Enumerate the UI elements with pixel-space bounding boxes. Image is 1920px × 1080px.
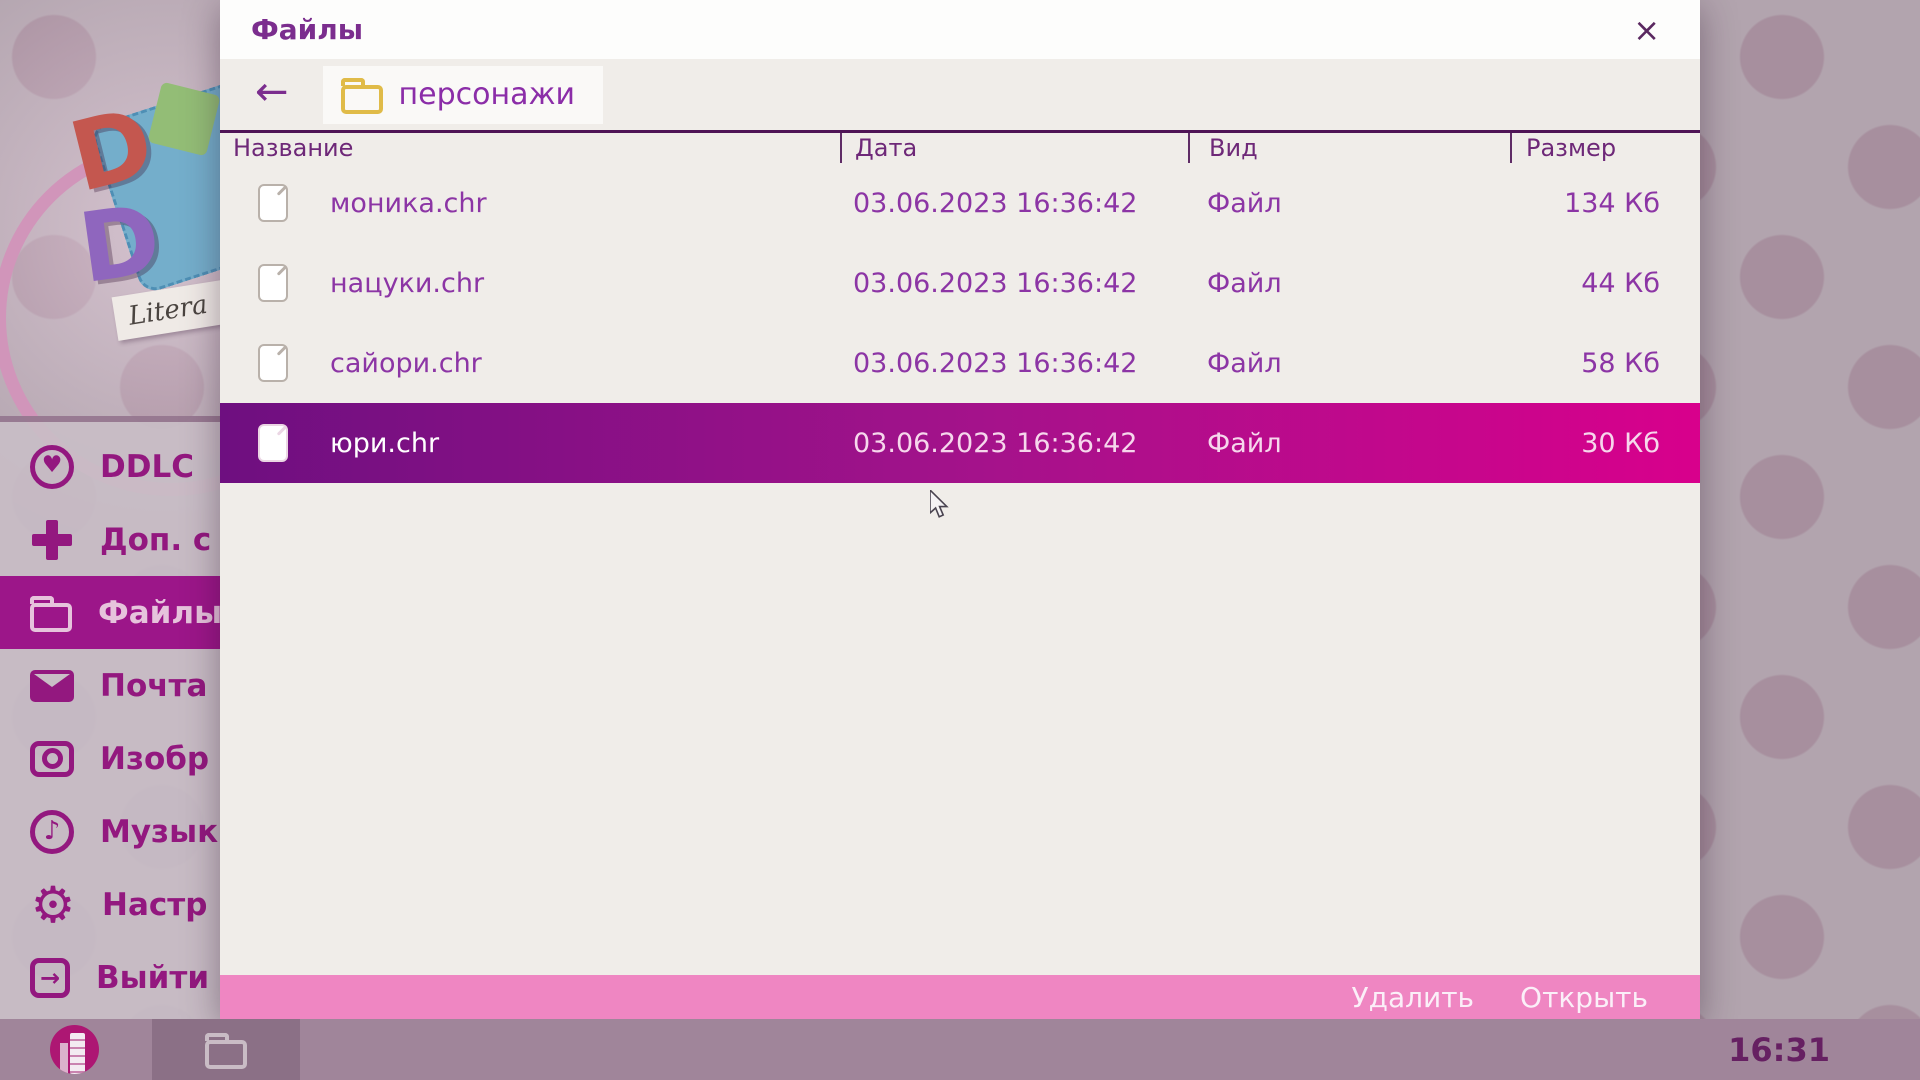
sidebar-item-label: Выйти	[96, 960, 209, 996]
back-arrow-icon[interactable]: ←	[255, 72, 289, 112]
gear-icon	[30, 882, 76, 928]
dialog-titlebar: Файлы ×	[220, 0, 1700, 59]
sidebar-item-label: Почта	[100, 668, 207, 704]
plus-icon	[30, 518, 74, 562]
taskbar: 16:31	[0, 1019, 1920, 1080]
sidebar-item-label: Настр	[102, 887, 207, 923]
file-name-cell: сайори.chr	[220, 344, 840, 382]
file-date: 03.06.2023 16:36:42	[840, 188, 1188, 219]
image-icon	[30, 741, 74, 777]
file-name: нацуки.chr	[330, 268, 484, 299]
launcher-building-icon[interactable]	[50, 1025, 99, 1074]
file-name-cell: юри.chr	[220, 424, 840, 462]
footer-action-button[interactable]: Открыть	[1520, 981, 1648, 1014]
sidebar-item-label: Изобр	[100, 741, 209, 777]
file-icon	[258, 184, 288, 222]
ddlc-logo-strip-text: Litera	[127, 290, 210, 332]
folder-icon	[341, 85, 383, 114]
file-date: 03.06.2023 16:36:42	[840, 428, 1188, 459]
file-icon	[258, 424, 288, 462]
sidebar-item[interactable]: Доп. с	[0, 503, 220, 576]
launcher-sidebar: DDLC Доп. с Файлы Почта Изобр Музык Наст…	[0, 416, 220, 1019]
mail-icon	[30, 670, 74, 702]
building-tower	[70, 1033, 85, 1074]
breadcrumb-folder-label: персонажи	[399, 77, 575, 112]
sidebar-item[interactable]: Музык	[0, 795, 220, 868]
files-dialog: Файлы × ← персонажи Название Дата Вид Ра…	[220, 0, 1700, 1019]
file-list: моника.chr 03.06.2023 16:36:42 Файл 134 …	[220, 163, 1700, 483]
sidebar-item-label: Файлы	[98, 595, 222, 631]
exit-icon	[30, 958, 70, 998]
column-header[interactable]: Дата	[840, 133, 1188, 163]
dialog-title: Файлы	[251, 13, 363, 46]
file-name-cell: нацуки.chr	[220, 264, 840, 302]
close-icon[interactable]: ×	[1633, 14, 1660, 46]
sidebar-item-label: DDLC	[100, 449, 194, 485]
file-kind: Файл	[1188, 268, 1510, 299]
sidebar-item[interactable]: Настр	[0, 868, 220, 941]
file-name: моника.chr	[330, 188, 487, 219]
heart-icon	[30, 445, 74, 489]
column-header[interactable]: Вид	[1188, 133, 1510, 163]
file-icon	[258, 264, 288, 302]
desktop: { "colors": { "accent_purple": "#7B2D8E"…	[0, 0, 1920, 1080]
sidebar-item[interactable]: Файлы	[0, 576, 220, 649]
taskbar-files-app-tile[interactable]	[152, 1019, 300, 1080]
file-list-header: Название Дата Вид Размер	[220, 133, 1700, 163]
file-size: 134 Кб	[1510, 188, 1700, 219]
file-size: 58 Кб	[1510, 348, 1700, 379]
file-row[interactable]: сайори.chr 03.06.2023 16:36:42 Файл 58 К…	[220, 323, 1700, 403]
file-name-cell: моника.chr	[220, 184, 840, 222]
file-date: 03.06.2023 16:36:42	[840, 348, 1188, 379]
dialog-toolbar: ← персонажи	[220, 59, 1700, 133]
sidebar-item[interactable]: DDLC	[0, 430, 220, 503]
sidebar-item-label: Музык	[100, 814, 218, 850]
building-side-tower	[60, 1043, 68, 1074]
music-icon	[30, 810, 74, 854]
file-row[interactable]: моника.chr 03.06.2023 16:36:42 Файл 134 …	[220, 163, 1700, 243]
file-name: сайори.chr	[330, 348, 482, 379]
file-date: 03.06.2023 16:36:42	[840, 268, 1188, 299]
file-kind: Файл	[1188, 428, 1510, 459]
mouse-cursor	[930, 490, 956, 520]
column-header[interactable]: Размер	[1510, 133, 1700, 163]
ddlc-logo-letter-purple: D	[74, 191, 166, 297]
file-row[interactable]: юри.chr 03.06.2023 16:36:42 Файл 30 Кб	[220, 403, 1700, 483]
sidebar-item-label: Доп. с	[100, 522, 211, 558]
taskbar-clock: 16:31	[1728, 1019, 1830, 1080]
file-row[interactable]: нацуки.chr 03.06.2023 16:36:42 Файл 44 К…	[220, 243, 1700, 323]
file-name: юри.chr	[330, 428, 439, 459]
file-size: 44 Кб	[1510, 268, 1700, 299]
sidebar-item[interactable]: Выйти	[0, 941, 220, 1014]
column-header[interactable]: Название	[220, 133, 840, 163]
folder-icon	[30, 603, 72, 632]
folder-icon	[205, 1040, 247, 1069]
dialog-footer: Удалить Открыть	[220, 975, 1700, 1019]
file-size: 30 Кб	[1510, 428, 1700, 459]
file-kind: Файл	[1188, 188, 1510, 219]
file-icon	[258, 344, 288, 382]
sidebar-item[interactable]: Изобр	[0, 722, 220, 795]
footer-action-button[interactable]: Удалить	[1352, 981, 1475, 1014]
file-kind: Файл	[1188, 348, 1510, 379]
sidebar-item[interactable]: Почта	[0, 649, 220, 722]
breadcrumb[interactable]: персонажи	[323, 66, 603, 124]
